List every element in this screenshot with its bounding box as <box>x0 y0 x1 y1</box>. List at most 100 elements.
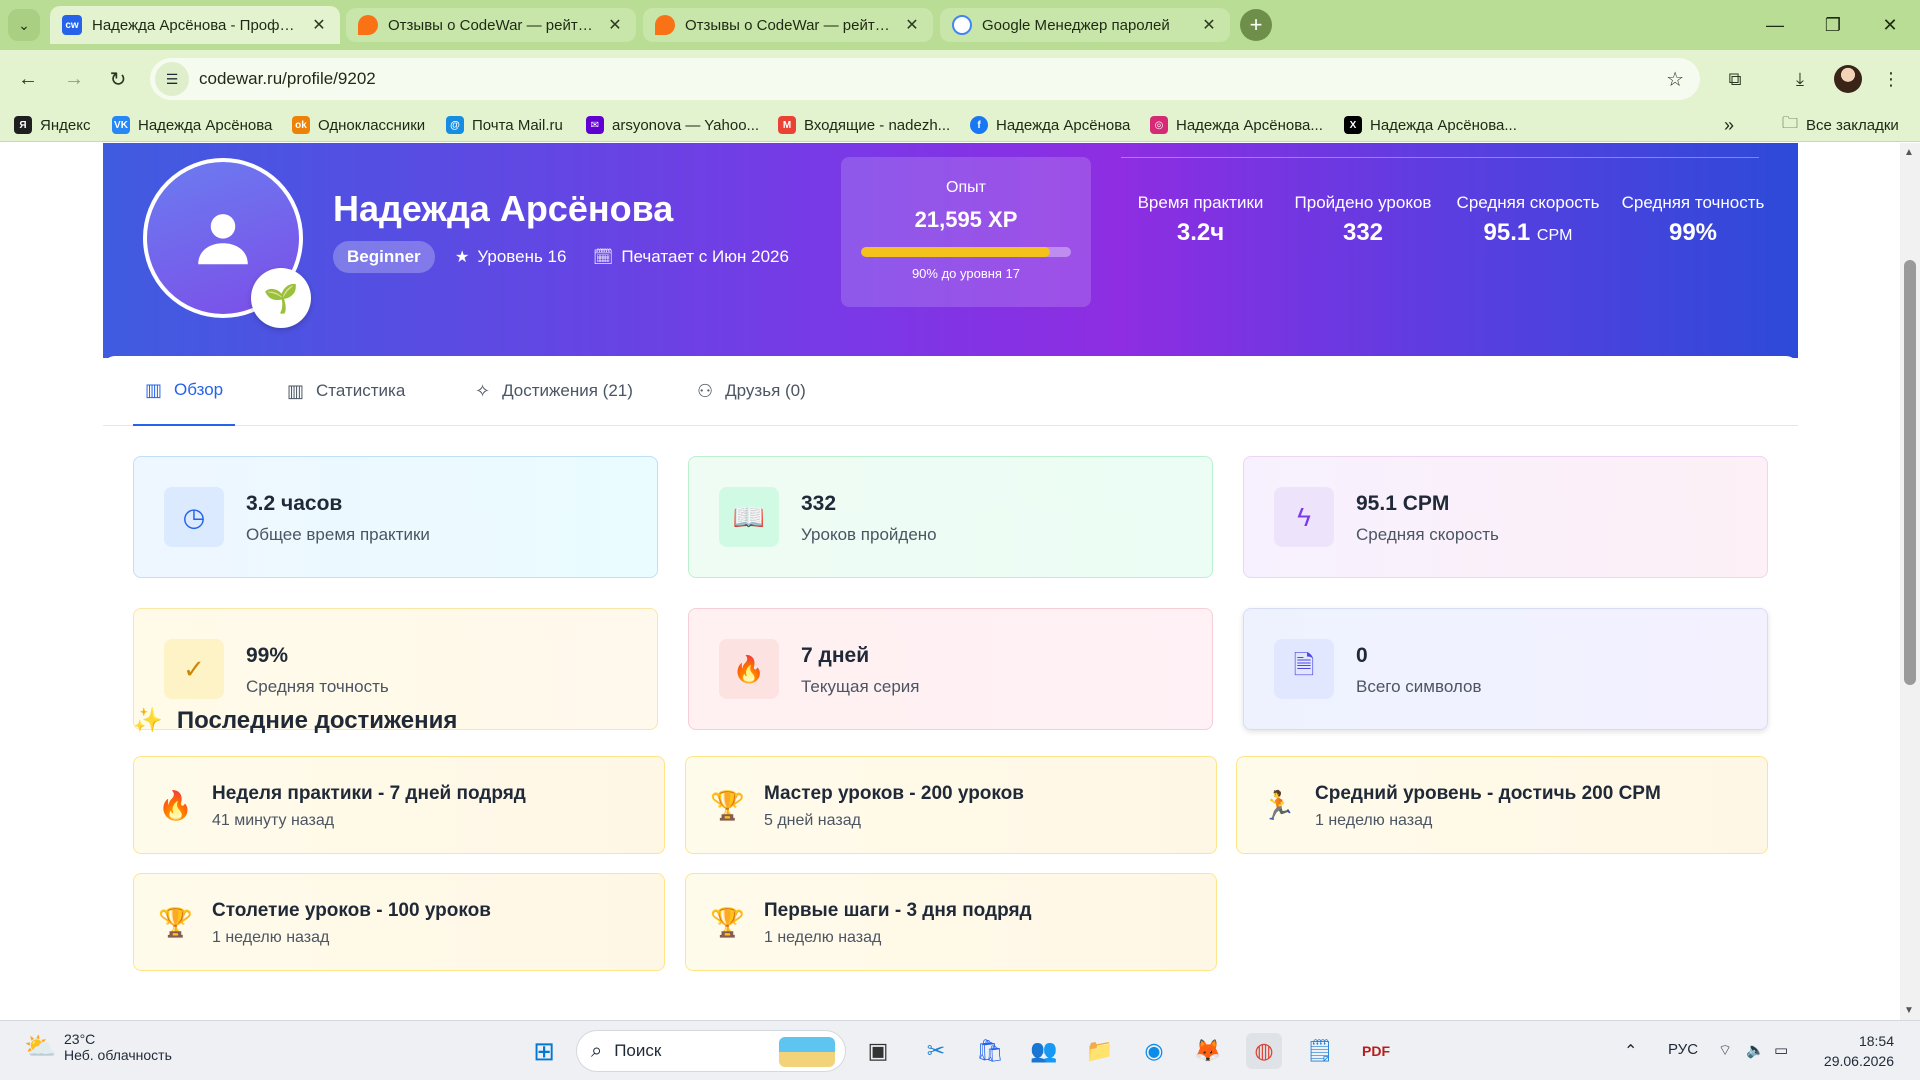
browser-tab-strip: ⌄ cw Надежда Арсёнова - Профиль ✕ Отзывы… <box>0 0 1920 50</box>
close-tab-icon[interactable]: ✕ <box>310 15 328 35</box>
file-explorer-icon[interactable]: 📁 <box>1082 1033 1118 1069</box>
bookmark-ok[interactable]: ok Одноклассники <box>292 114 425 136</box>
xp-next-level: 90% до уровня 17 <box>911 266 1021 281</box>
bookmark-instagram[interactable]: ◎ Надежда Арсёнова... <box>1150 114 1323 136</box>
check-icon: ✓ <box>164 639 224 699</box>
x-icon: X <box>1344 116 1362 134</box>
edge-icon[interactable]: ◉ <box>1136 1033 1172 1069</box>
chrome-icon[interactable]: ◍ <box>1246 1033 1282 1069</box>
battery-icon[interactable]: ▭ <box>1774 1041 1788 1059</box>
tray-overflow-icon[interactable]: ⌃ <box>1624 1041 1637 1061</box>
trophy-icon: 🏆 <box>710 790 745 821</box>
hero-stat-lessons: Пройдено уроков 332 <box>1294 193 1432 246</box>
bookmark-mail[interactable]: @ Почта Mail.ru <box>446 114 563 136</box>
download-icon[interactable]: ⤓ <box>1785 64 1815 94</box>
instagram-icon: ◎ <box>1150 116 1168 134</box>
stat-card-streak: 🔥 7 дней Текущая серия <box>688 608 1213 730</box>
xp-value: 21,595 XP <box>914 207 1018 232</box>
stat-card-speed: ϟ 95.1 CPM Средняя скорость <box>1243 456 1768 578</box>
browser-tab-profile[interactable]: cw Надежда Арсёнова - Профиль ✕ <box>50 6 340 44</box>
site-info-icon[interactable]: ☰ <box>155 62 189 96</box>
bookmark-yandex[interactable]: Я Яндекс <box>14 114 90 136</box>
restore-icon[interactable]: ❐ <box>1813 10 1853 40</box>
page-viewport: 🌱 Надежда Арсёнова Beginner ★ Уровень 16… <box>0 143 1900 1020</box>
yandex-icon: Я <box>14 116 32 134</box>
url-text[interactable]: codewar.ru/profile/9202 <box>199 69 376 89</box>
reload-icon[interactable]: ↻ <box>104 65 132 93</box>
scrollbar-thumb[interactable] <box>1904 260 1916 685</box>
star-icon: ★ <box>455 249 470 266</box>
windows-taskbar: ⛅ 23°C Неб. облачность ⊞ ⌕ Поиск ▣ ✂ 🛍 👥… <box>0 1020 1920 1080</box>
notepad-icon[interactable]: 🗒 <box>1302 1033 1338 1069</box>
stat-card-lessons: 📖 332 Уроков пройдено <box>688 456 1213 578</box>
stat-card-characters: 🗎 0 Всего символов <box>1243 608 1768 730</box>
scroll-down-icon[interactable]: ▼ <box>1904 1005 1914 1016</box>
bookmark-star-icon[interactable]: ☆ <box>1666 67 1684 92</box>
xp-card: Опыт 21,595 XP 90% до уровня 17 <box>841 157 1091 307</box>
tab-achievements[interactable]: ✧ Достижения (21) <box>463 356 645 426</box>
back-icon[interactable]: ← <box>14 65 42 93</box>
browser-tab-reviews-2[interactable]: Отзывы о CodeWar — рейтинг ✕ <box>643 8 933 42</box>
browser-tab-reviews-1[interactable]: Отзывы о CodeWar — рейтинг ✕ <box>346 8 636 42</box>
calendar-icon: 🗓 <box>593 249 614 266</box>
chart-bar-icon: ▥ <box>287 380 305 401</box>
snipping-tool-icon[interactable]: ✂ <box>918 1033 954 1069</box>
bookmark-vk[interactable]: VK Надежда Арсёнова <box>112 114 272 136</box>
achievement-card[interactable]: 🏆 Столетие уроков - 100 уроков 1 неделю … <box>133 873 665 971</box>
tab-friends[interactable]: ⚇ Друзья (0) <box>685 356 818 426</box>
more-bookmarks-icon[interactable]: » <box>1724 114 1734 136</box>
all-bookmarks-button[interactable]: 🗀 Все закладки <box>1782 114 1899 136</box>
profile-hero: 🌱 Надежда Арсёнова Beginner ★ Уровень 16… <box>103 143 1798 358</box>
weather-widget[interactable]: ⛅ 23°C Неб. облачность <box>24 1031 172 1063</box>
achievement-card[interactable]: 🏆 Первые шаги - 3 дня подряд 1 неделю на… <box>685 873 1217 971</box>
tab-overview[interactable]: ▥ Обзор <box>133 356 236 426</box>
achievements-heading: ✨ Последние достижения <box>133 706 458 735</box>
yahoo-mail-icon: ✉ <box>586 116 604 134</box>
extensions-icon[interactable]: ⧉ <box>1720 64 1750 94</box>
tab-statistics[interactable]: ▥ Статистика <box>275 356 417 426</box>
address-bar[interactable]: ☰ codewar.ru/profile/9202 ☆ <box>150 58 1700 100</box>
trophy-icon: 🏆 <box>158 907 193 938</box>
close-window-icon[interactable]: ✕ <box>1870 10 1910 40</box>
page-scrollbar[interactable]: ▲ ▼ <box>1900 143 1920 1020</box>
achievement-card[interactable]: 🔥 Неделя практики - 7 дней подряд 41 мин… <box>133 756 665 854</box>
tab-search-button[interactable]: ⌄ <box>8 9 40 41</box>
close-tab-icon[interactable]: ✕ <box>903 15 921 35</box>
sparkles-icon: ✨ <box>133 707 163 734</box>
minimize-icon[interactable]: — <box>1755 10 1795 40</box>
browser-tab-passwords[interactable]: Google Менеджер паролей ✕ <box>940 8 1230 42</box>
bookmark-facebook[interactable]: f Надежда Арсёнова <box>970 114 1130 136</box>
bookmark-yahoo[interactable]: ✉ arsyonova — Yahoo... <box>586 114 759 136</box>
language-indicator[interactable]: РУС <box>1668 1041 1698 1058</box>
xp-label: Опыт <box>946 179 986 196</box>
bookmark-gmail[interactable]: M Входящие - nadezh... <box>778 114 950 136</box>
profile-tabs: ▥ Обзор ▥ Статистика ✧ Достижения (21) ⚇… <box>103 356 1798 426</box>
start-icon[interactable]: ⊞ <box>526 1033 562 1069</box>
volume-icon[interactable]: 🔈 <box>1746 1041 1765 1059</box>
flame-icon: 🔥 <box>719 639 779 699</box>
new-tab-button[interactable]: + <box>1240 9 1272 41</box>
store-icon[interactable]: 🛍 <box>972 1033 1008 1069</box>
teams-icon[interactable]: 👥 <box>1026 1033 1062 1069</box>
achievement-card[interactable]: 🏆 Мастер уроков - 200 уроков 5 дней наза… <box>685 756 1217 854</box>
firefox-icon[interactable]: 🦊 <box>1190 1033 1226 1069</box>
close-tab-icon[interactable]: ✕ <box>1200 15 1218 35</box>
task-view-icon[interactable]: ▣ <box>860 1033 896 1069</box>
bookmark-x[interactable]: X Надежда Арсёнова... <box>1344 114 1517 136</box>
hero-stat-accuracy: Средняя точность 99% <box>1621 193 1765 246</box>
pdf-reader-icon[interactable]: PDF <box>1358 1033 1394 1069</box>
sprout-badge-icon: 🌱 <box>251 268 311 328</box>
review-favicon-icon <box>655 15 675 35</box>
scroll-up-icon[interactable]: ▲ <box>1904 147 1914 158</box>
taskbar-search[interactable]: ⌕ Поиск <box>576 1030 846 1072</box>
book-icon: 📖 <box>719 487 779 547</box>
menu-kebab-icon[interactable]: ⋮ <box>1876 64 1906 94</box>
trophy-icon: 🏆 <box>710 907 745 938</box>
close-tab-icon[interactable]: ✕ <box>606 15 624 35</box>
search-highlight-image <box>779 1037 835 1067</box>
wifi-icon[interactable]: ⌔ <box>1718 1041 1732 1060</box>
profile-avatar[interactable] <box>1834 65 1862 93</box>
forward-icon[interactable]: → <box>60 65 88 93</box>
system-clock[interactable]: 18:54 29.06.2026 <box>1824 1031 1894 1071</box>
achievement-card[interactable]: 🏃 Средний уровень - достичь 200 CPM 1 не… <box>1236 756 1768 854</box>
